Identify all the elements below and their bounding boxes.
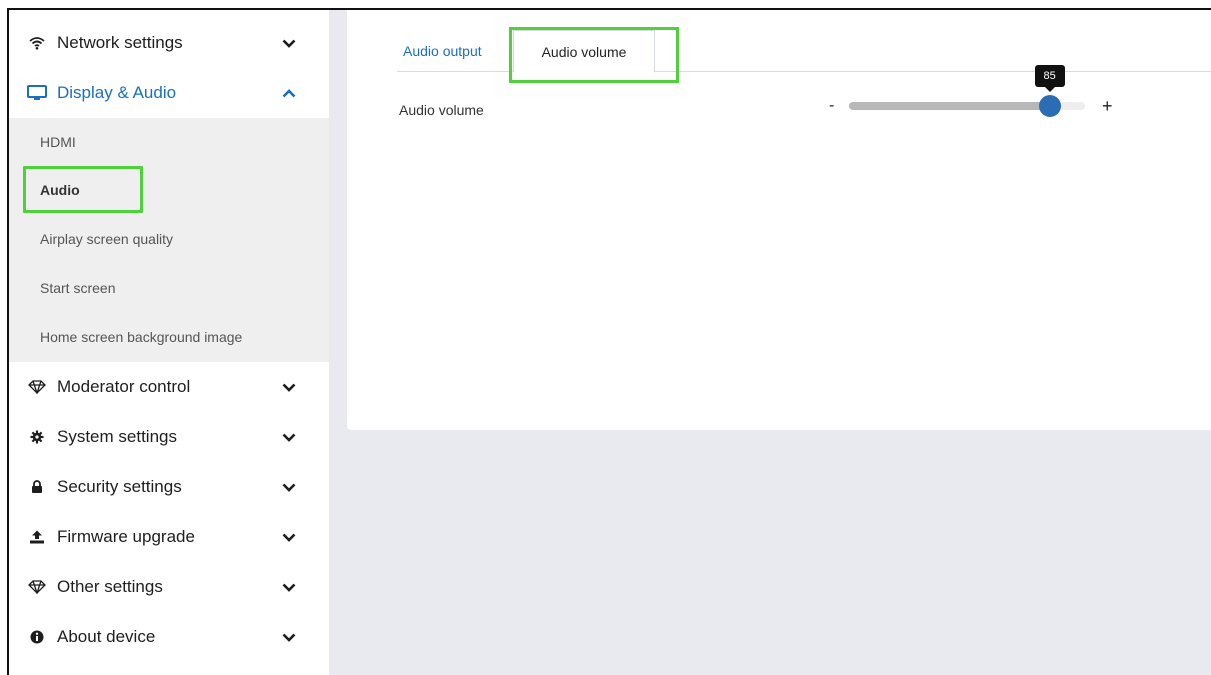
- sidebar-item-display-audio[interactable]: Display & Audio: [9, 68, 329, 118]
- volume-increase-button[interactable]: +: [1102, 96, 1113, 117]
- tab-audio-output[interactable]: Audio output: [397, 30, 515, 72]
- volume-slider-fill: [849, 102, 1050, 110]
- sidebar-item-label: System settings: [57, 427, 177, 446]
- lock-icon: [26, 480, 48, 494]
- chevron-down-icon: [279, 483, 299, 492]
- monitor-icon: [26, 85, 48, 101]
- chevron-down-icon: [279, 633, 299, 642]
- volume-decrease-button[interactable]: -: [829, 97, 834, 115]
- sidebar-item-security-settings[interactable]: Security settings: [9, 462, 329, 512]
- info-icon: [26, 630, 48, 644]
- tab-audio-volume[interactable]: Audio volume: [513, 30, 655, 73]
- chevron-up-icon: [279, 88, 299, 98]
- app-window: Network settings Display & Audio HDMI Au…: [7, 8, 1211, 675]
- sidebar-item-other-settings[interactable]: Other settings: [9, 562, 329, 612]
- tab-bar: Audio output Audio volume: [397, 30, 1211, 73]
- audio-volume-label: Audio volume: [399, 102, 484, 118]
- submenu-item-audio[interactable]: Audio: [9, 166, 329, 214]
- submenu-item-start-screen[interactable]: Start screen: [9, 264, 329, 312]
- sidebar-item-label: Other settings: [57, 577, 163, 596]
- sidebar-item-label: Network settings: [57, 33, 183, 52]
- upload-icon: [26, 530, 48, 544]
- chevron-down-icon: [279, 383, 299, 392]
- volume-slider[interactable]: 85: [849, 65, 1085, 117]
- sidebar-item-label: Display & Audio: [57, 83, 177, 102]
- content-panel: Audio output Audio volume Audio volume -…: [347, 10, 1211, 430]
- sidebar-item-firmware-upgrade[interactable]: Firmware upgrade: [9, 512, 329, 562]
- submenu-item-hdmi[interactable]: HDMI: [9, 118, 329, 166]
- volume-value-tooltip: 85: [1034, 65, 1065, 92]
- gear-icon: [26, 430, 48, 444]
- sidebar-item-label: Firmware upgrade: [57, 527, 195, 546]
- chevron-down-icon: [279, 583, 299, 592]
- display-audio-submenu: HDMI Audio Airplay screen quality Start …: [9, 118, 329, 362]
- chevron-down-icon: [279, 39, 299, 48]
- sidebar-item-label: Security settings: [57, 477, 182, 496]
- sidebar-item-system-settings[interactable]: System settings: [9, 412, 329, 462]
- chevron-down-icon: [279, 433, 299, 442]
- submenu-item-home-screen-background[interactable]: Home screen background image: [9, 313, 329, 361]
- wifi-icon: [26, 36, 48, 50]
- diamond-icon: [26, 580, 48, 594]
- sidebar-item-about-device[interactable]: About device: [9, 612, 329, 662]
- sidebar: Network settings Display & Audio HDMI Au…: [9, 10, 329, 675]
- submenu-item-airplay-screen-quality[interactable]: Airplay screen quality: [9, 215, 329, 263]
- chevron-down-icon: [279, 533, 299, 542]
- sidebar-item-label: About device: [57, 627, 156, 646]
- sidebar-item-network-settings[interactable]: Network settings: [9, 18, 329, 68]
- diamond-icon: [26, 380, 48, 394]
- sidebar-item-moderator-control[interactable]: Moderator control: [9, 362, 329, 412]
- sidebar-item-label: Moderator control: [57, 377, 191, 396]
- volume-slider-thumb[interactable]: [1038, 95, 1061, 117]
